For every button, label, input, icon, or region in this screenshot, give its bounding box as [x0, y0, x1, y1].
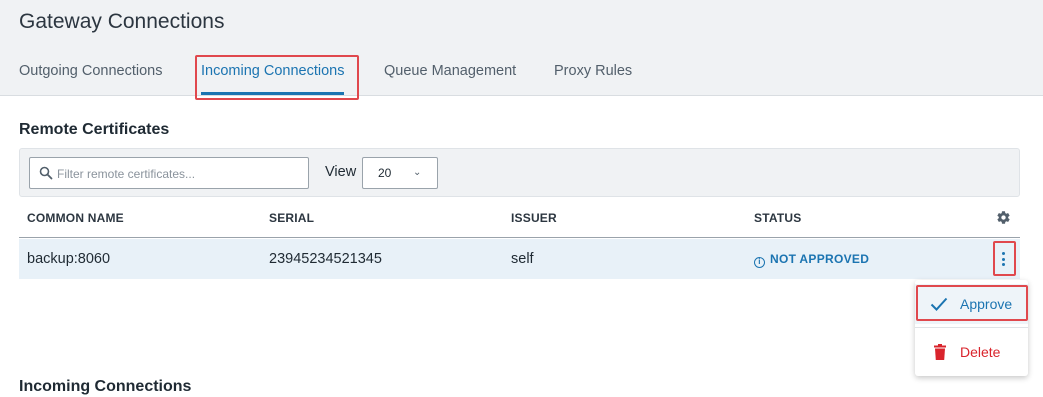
- approve-label: Approve: [960, 296, 1013, 312]
- tab-incoming-connections[interactable]: Incoming Connections: [201, 58, 345, 96]
- column-header-common-name[interactable]: COMMON NAME: [27, 211, 124, 225]
- column-header-issuer[interactable]: ISSUER: [511, 211, 557, 225]
- approve-menu-item[interactable]: Approve: [915, 284, 1028, 324]
- column-header-status[interactable]: STATUS: [754, 211, 801, 225]
- page-title: Gateway Connections: [19, 10, 225, 33]
- table-row[interactable]: backup:8060 23945234521345 self i NOT APP…: [19, 239, 1020, 279]
- table-toolbar: View 20 ⌄: [19, 148, 1020, 197]
- page-size-select[interactable]: 20 ⌄: [362, 157, 438, 189]
- tab-queue-management[interactable]: Queue Management: [384, 58, 516, 96]
- gear-icon[interactable]: [996, 210, 1011, 225]
- incoming-connections-title: Incoming Connections: [19, 378, 192, 395]
- trash-icon: [934, 344, 946, 360]
- filter-input[interactable]: [57, 164, 302, 184]
- status-badge: i NOT APPROVED: [754, 252, 870, 268]
- tab-label: Incoming Connections: [201, 63, 345, 79]
- row-actions-menu: Approve Delete: [915, 280, 1028, 376]
- search-icon: [39, 166, 53, 180]
- remote-certificates-title: Remote Certificates: [19, 121, 170, 138]
- chevron-down-icon: ⌄: [413, 167, 422, 178]
- filter-field[interactable]: [29, 157, 309, 189]
- delete-label: Delete: [960, 344, 1001, 360]
- active-tab-indicator: [201, 92, 345, 95]
- tab-label: Queue Management: [384, 63, 517, 79]
- kebab-icon[interactable]: [998, 247, 1010, 271]
- page-header: Gateway Connections Outgoing Connections…: [0, 0, 1043, 100]
- check-icon: [930, 297, 948, 311]
- cell-issuer: self: [511, 251, 534, 267]
- column-header-serial[interactable]: SERIAL: [269, 211, 314, 225]
- cell-common-name: backup:8060: [27, 251, 111, 267]
- tab-label: Outgoing Connections: [19, 63, 163, 79]
- status-text: NOT APPROVED: [770, 252, 870, 266]
- page-size-value: 20: [378, 166, 392, 180]
- table-header: COMMON NAME SERIAL ISSUER STATUS: [19, 198, 1020, 238]
- cell-serial: 23945234521345: [269, 251, 382, 267]
- tab-proxy-rules[interactable]: Proxy Rules: [554, 58, 632, 96]
- view-label: View: [325, 164, 357, 180]
- info-icon: i: [754, 257, 765, 268]
- menu-divider: [915, 327, 1028, 328]
- delete-menu-item[interactable]: Delete: [915, 332, 1028, 372]
- tab-label: Proxy Rules: [554, 63, 633, 79]
- tab-outgoing-connections[interactable]: Outgoing Connections: [19, 58, 163, 96]
